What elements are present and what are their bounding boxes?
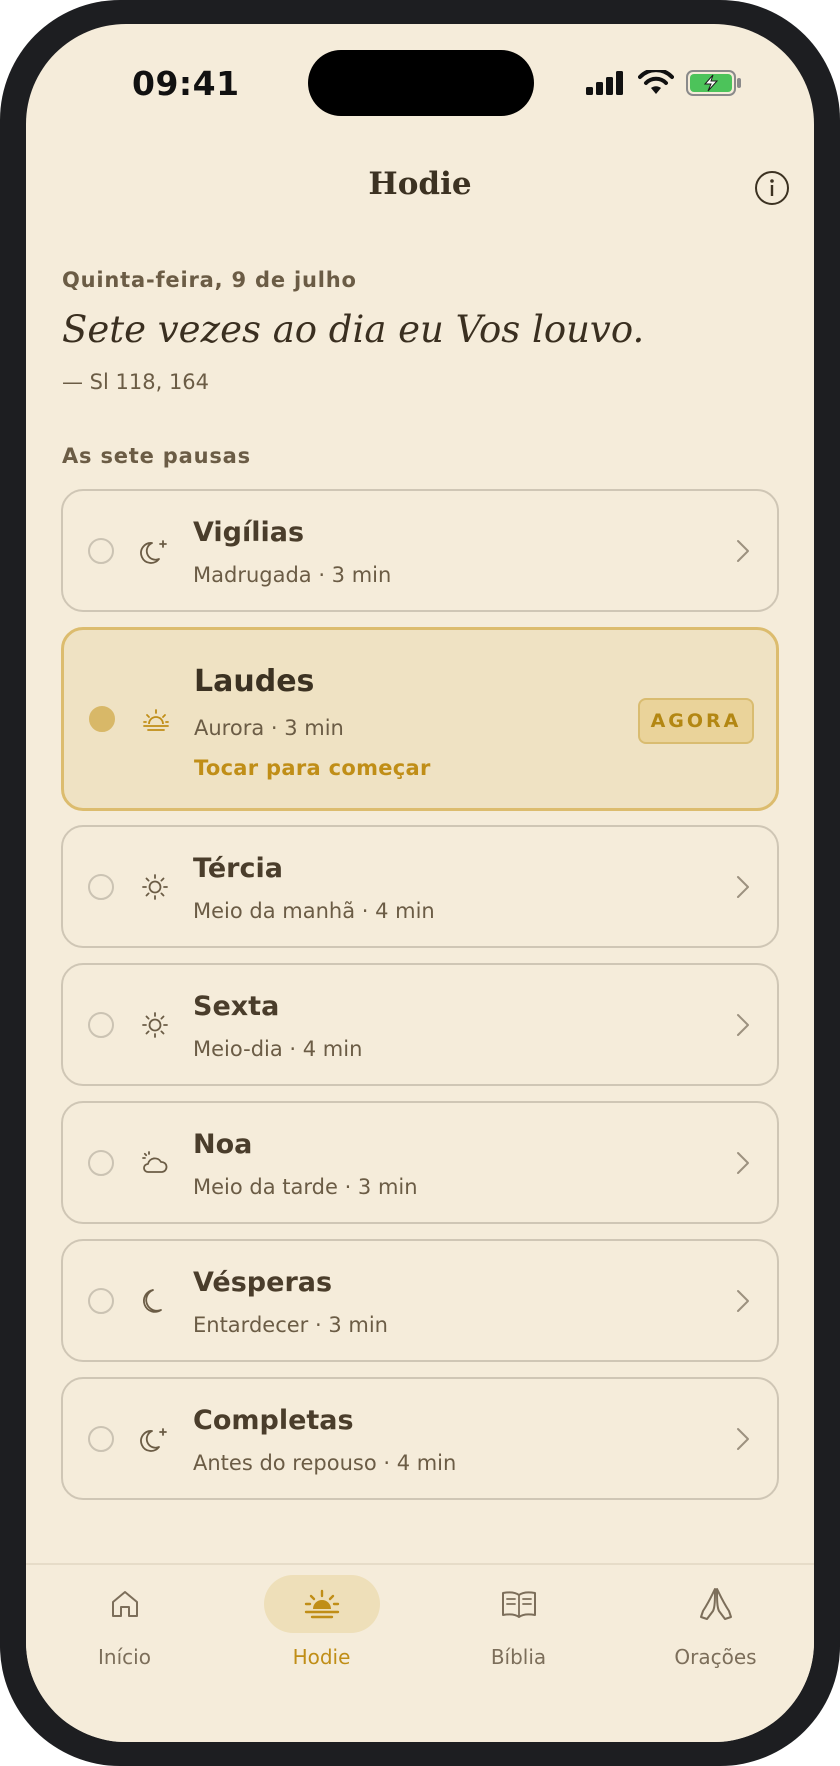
pause-name: Vigílias	[193, 517, 305, 548]
chevron-right-icon	[737, 1151, 749, 1174]
home-icon	[111, 1591, 138, 1617]
pause-name: Noa	[193, 1129, 253, 1160]
book-icon	[501, 1591, 536, 1618]
pause-detail: Meio da manhã · 4 min	[193, 899, 435, 923]
cloud-sun-icon	[142, 1150, 168, 1173]
tab-label: Bíblia	[490, 1645, 547, 1669]
sun-icon	[142, 873, 168, 900]
chevron-right-icon	[737, 1427, 749, 1450]
status-radio	[88, 1011, 114, 1038]
signal-icon	[586, 71, 623, 95]
status-radio	[89, 706, 115, 732]
status-radio	[88, 1287, 114, 1314]
sunrise-icon	[304, 1589, 339, 1619]
wifi-icon	[638, 70, 674, 94]
tab-icon-container	[658, 1575, 774, 1633]
section-label: As sete pausas	[62, 444, 251, 468]
chevron-right-icon	[737, 1289, 749, 1312]
tab-oracoes[interactable]: Orações	[617, 1565, 814, 1685]
chevron-right-icon	[737, 875, 749, 898]
battery-charging-icon	[686, 70, 741, 96]
chevron-right-icon	[737, 539, 749, 562]
chevron-right-icon	[737, 1013, 749, 1036]
pause-detail: Aurora · 3 min	[194, 716, 344, 740]
phone-frame: 09:41 Hodie Quinta-feira, 9 de julho Set…	[0, 0, 840, 1766]
date-label: Quinta-feira, 9 de julho	[62, 268, 357, 292]
verse-reference: — Sl 118, 164	[62, 370, 210, 394]
pause-detail: Meio da tarde · 3 min	[193, 1175, 418, 1199]
tab-hodie[interactable]: Hodie	[223, 1565, 420, 1685]
moon-star-icon	[140, 1427, 167, 1452]
info-icon	[755, 171, 789, 205]
info-button[interactable]	[754, 170, 790, 206]
dynamic-island	[308, 50, 534, 116]
pause-card-vesperas[interactable]: Vésperas Entardecer · 3 min	[61, 1239, 779, 1362]
pause-detail: Meio-dia · 4 min	[193, 1037, 363, 1061]
now-badge: AGORA	[638, 698, 754, 744]
tab-bar: Início Hodie Bíblia Orações	[26, 1563, 814, 1742]
sun-icon	[142, 1011, 168, 1038]
tab-icon-container	[263, 1575, 380, 1633]
tab-icon-container	[461, 1575, 577, 1633]
moon-icon	[143, 1288, 162, 1313]
pause-detail: Entardecer · 3 min	[193, 1313, 388, 1337]
pause-detail: Madrugada · 3 min	[193, 563, 392, 587]
sunrise-icon	[143, 709, 169, 731]
status-radio	[88, 873, 114, 900]
pause-card-noa[interactable]: Noa Meio da tarde · 3 min	[61, 1101, 779, 1224]
status-radio	[88, 1425, 114, 1452]
status-time: 09:41	[132, 64, 240, 103]
pause-name: Sexta	[193, 991, 280, 1022]
tab-label: Início	[98, 1645, 151, 1669]
tab-label: Hodie	[292, 1645, 351, 1669]
pause-name: Laudes	[194, 664, 315, 699]
pause-card-completas[interactable]: Completas Antes do repouso · 4 min	[61, 1377, 779, 1500]
pause-detail: Antes do repouso · 4 min	[193, 1451, 457, 1475]
status-icons	[586, 70, 742, 96]
tab-icon-container	[67, 1575, 183, 1633]
pause-card-vigilias[interactable]: Vigílias Madrugada · 3 min	[61, 489, 779, 612]
moon-star-icon	[140, 539, 167, 564]
praying-hands-icon	[699, 1588, 732, 1620]
pause-name: Completas	[193, 1405, 354, 1436]
pause-name: Vésperas	[193, 1267, 333, 1298]
status-radio	[88, 1149, 114, 1176]
tab-biblia[interactable]: Bíblia	[420, 1565, 617, 1685]
tab-inicio[interactable]: Início	[26, 1565, 223, 1685]
pause-card-sexta[interactable]: Sexta Meio-dia · 4 min	[61, 963, 779, 1086]
tab-label: Orações	[674, 1645, 757, 1669]
pause-card-laudes[interactable]: Laudes Aurora · 3 min Tocar para começar…	[61, 627, 779, 811]
start-prompt: Tocar para começar	[194, 756, 431, 780]
page-title: Hodie	[368, 166, 472, 202]
pause-card-tercia[interactable]: Tércia Meio da manhã · 4 min	[61, 825, 779, 948]
pause-name: Tércia	[193, 853, 283, 884]
status-radio	[88, 537, 114, 564]
screen: 09:41 Hodie Quinta-feira, 9 de julho Set…	[26, 24, 814, 1742]
verse-text: Sete vezes ao dia eu Vos louvo.	[62, 308, 645, 351]
